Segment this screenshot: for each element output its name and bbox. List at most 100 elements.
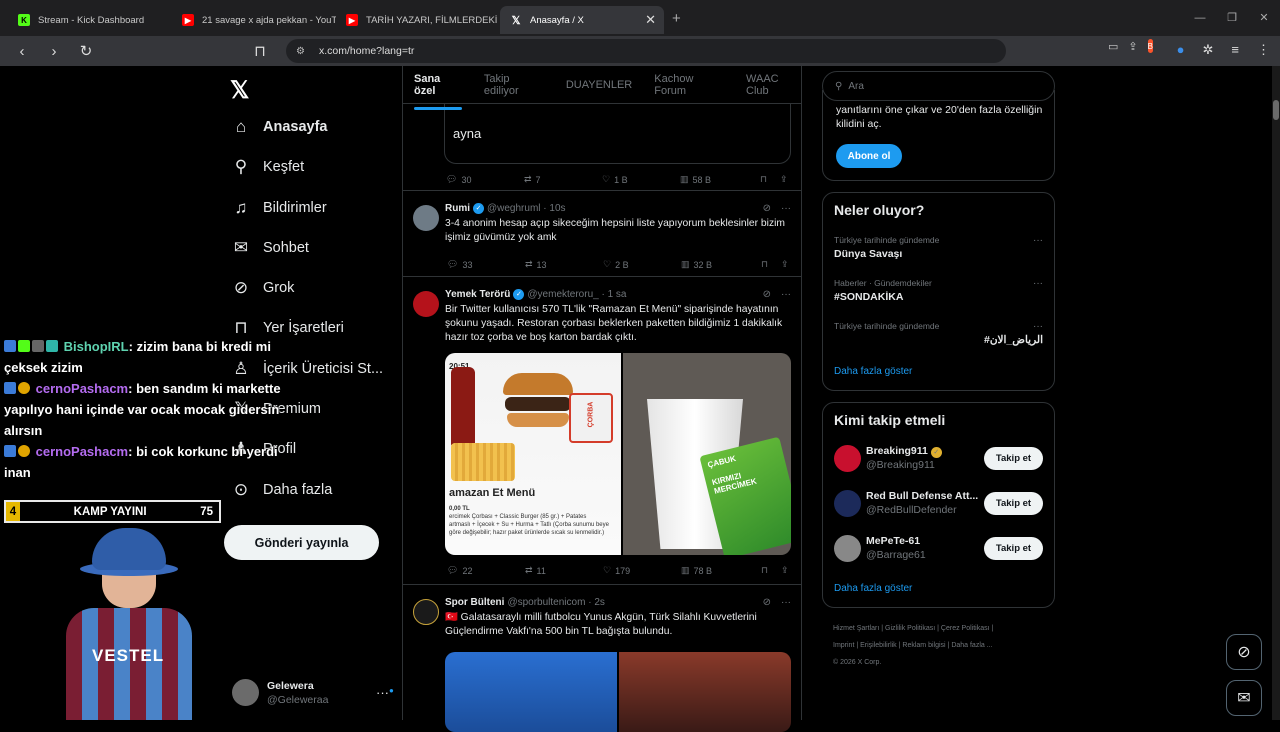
soup-photo[interactable]: ÇABUK KIRMIZI MERCİMEK	[623, 353, 791, 555]
tweet-time[interactable]: 1 sa	[608, 289, 627, 300]
minimize-icon[interactable]: —	[1184, 0, 1216, 36]
more-dots-icon[interactable]: ···	[781, 597, 791, 608]
trend-item[interactable]: Türkiye tarihinde gündemde Dünya Savaşı …	[834, 235, 1043, 260]
tab-kick[interactable]: K Stream - Kick Dashboard	[8, 6, 172, 34]
tweet-media[interactable]: 20:51 ÇORBA amazan Et Menü 0,00 TLercime…	[445, 353, 791, 555]
like-button[interactable]: ♡ 2 B	[603, 259, 681, 270]
extension-icon[interactable]: ●	[1177, 42, 1185, 58]
follow-button[interactable]: Takip et	[984, 536, 1043, 560]
player-photo[interactable]	[619, 652, 791, 732]
trend-item[interactable]: Türkiye tarihinde gündemde #الرياض_الان …	[834, 321, 1043, 346]
footer-link[interactable]: Imprint	[833, 642, 854, 649]
tab-kachow-forum[interactable]: Kachow Forum	[654, 73, 724, 97]
tab-youtube-2[interactable]: ▶ TARİH YAZARI, FİLMLERDEKİ HİTLER	[336, 6, 500, 34]
forward-icon[interactable]: ›	[38, 43, 70, 60]
vakif-photo[interactable]	[445, 652, 617, 732]
bookmark-tweet-icon[interactable]: ⊓	[761, 259, 781, 270]
sidebar-item-explore[interactable]: ⚲ Keşfet	[230, 153, 304, 181]
avatar[interactable]	[413, 291, 439, 317]
reload-icon[interactable]: ↻	[70, 42, 102, 60]
tab-following[interactable]: Takip ediliyor	[484, 73, 544, 97]
brave-shield-icon[interactable]: B	[1147, 39, 1153, 53]
more-dots-icon[interactable]: ···	[1033, 235, 1043, 246]
grok-fab-icon[interactable]: ⊘	[1226, 634, 1262, 670]
share-tweet-icon[interactable]: ⇪	[781, 565, 789, 576]
more-dots-icon[interactable]: ···	[1033, 278, 1043, 289]
views-button[interactable]: ▥ 58 B	[680, 174, 760, 185]
tweet[interactable]: Rumi ✓ @weghruml · 10s ⊘ ··· 3-4 anonim he…	[402, 190, 802, 275]
footer-link[interactable]: Erişilebilirlik	[860, 642, 897, 649]
menu-icon[interactable]: ⋮	[1257, 42, 1270, 58]
tab-for-you[interactable]: Sana özel	[414, 73, 462, 110]
reply-button[interactable]: 💬︎ 22	[447, 565, 525, 576]
tab-duayenler[interactable]: DUAYENLER	[566, 79, 632, 91]
new-tab-button[interactable]: +	[672, 10, 681, 27]
footer-link[interactable]: Hizmet Şartları	[833, 625, 879, 632]
post-button[interactable]: Gönderi yayınla	[224, 525, 379, 560]
footer-link[interactable]: Daha fazla ...	[951, 642, 992, 649]
reply-button[interactable]: 💬︎ 33	[447, 259, 525, 270]
more-dots-icon[interactable]: ···	[781, 203, 791, 214]
tweet-author-handle[interactable]: @weghruml	[487, 203, 541, 214]
views-button[interactable]: ▥ 32 B	[681, 259, 761, 270]
messages-fab-icon[interactable]: ✉	[1226, 680, 1262, 716]
share-tweet-icon[interactable]: ⇪	[781, 259, 789, 270]
tweet[interactable]: Yemek Terörü ✓ @yemekteroru_ · 1 sa ⊘ ··· …	[402, 276, 802, 584]
share-tweet-icon[interactable]: ⇪	[780, 174, 788, 185]
trend-item[interactable]: Haberler · Gündemdekiler #SONDAKİKA ···	[834, 278, 1043, 303]
follow-button[interactable]: Takip et	[984, 491, 1043, 515]
sidebar-item-notifications[interactable]: ♫ Bildirimler	[230, 194, 327, 222]
follow-suggestion[interactable]: Red Bull Defense Att... @RedBullDefender …	[834, 486, 1043, 520]
tab-x-home[interactable]: 𝕏 Anasayfa / X ✕	[500, 6, 664, 34]
avatar[interactable]	[834, 489, 861, 517]
footer-link[interactable]: Gizlilik Politikası	[885, 625, 935, 632]
avatar[interactable]	[413, 599, 439, 625]
extensions-puzzle-icon[interactable]: ✲	[1203, 42, 1214, 58]
avatar[interactable]	[413, 205, 439, 231]
tweet-author-handle[interactable]: @yemekteroru_	[527, 289, 598, 300]
sidebar-item-grok[interactable]: ⊘ Grok	[230, 274, 295, 302]
more-dots-icon[interactable]: ···●	[376, 685, 394, 700]
tweet-media[interactable]	[445, 652, 791, 732]
follow-button[interactable]: Takip et	[984, 446, 1043, 470]
reply-button[interactable]: 💬︎ 30	[446, 174, 524, 185]
site-settings-icon[interactable]: ⚙	[296, 46, 305, 57]
like-button[interactable]: ♡ 179	[603, 565, 681, 576]
tweet-author-name[interactable]: Yemek Terörü	[445, 289, 510, 300]
grok-explain-icon[interactable]: ⊘	[763, 597, 771, 608]
more-dots-icon[interactable]: ···	[781, 289, 791, 300]
tab-youtube-1[interactable]: ▶ 21 savage x ajda pekkan - YouTube	[172, 6, 336, 34]
tweet[interactable]: Spor Bülteni @sporbultenicom · 2s ⊘ ··· 🇹…	[402, 584, 802, 732]
menu-photo[interactable]: 20:51 ÇORBA amazan Et Menü 0,00 TLercime…	[445, 353, 621, 555]
show-more-link[interactable]: Daha fazla göster	[834, 366, 912, 377]
avatar[interactable]	[834, 534, 861, 562]
follow-suggestion[interactable]: Breaking911 ✓ @Breaking911 Takip et	[834, 441, 1043, 475]
maximize-icon[interactable]: ❐	[1216, 0, 1248, 36]
grok-explain-icon[interactable]: ⊘	[763, 203, 771, 214]
follow-suggestion[interactable]: MePeTe-61 @Barrage61 Takip et	[834, 531, 1043, 565]
account-switcher[interactable]: Gelewera @Geleweraa ···●	[232, 679, 394, 706]
tweet-time[interactable]: 2s	[594, 597, 605, 608]
tweet-author-handle[interactable]: @sporbultenicom	[507, 597, 585, 608]
address-bar[interactable]: ⚙ x.com/home?lang=tr ▭ ⇪ B	[286, 39, 1153, 63]
bookmark-tweet-icon[interactable]: ⊓	[760, 174, 780, 185]
quoted-tweet[interactable]: ayna	[444, 104, 791, 164]
show-more-link[interactable]: Daha fazla göster	[834, 583, 912, 594]
avatar[interactable]	[834, 444, 861, 472]
playlist-icon[interactable]: ≡	[1231, 42, 1239, 58]
tab-waac-club[interactable]: WAAC Club	[746, 73, 801, 97]
scrollbar[interactable]	[1272, 66, 1280, 720]
like-button[interactable]: ♡ 1 B	[602, 174, 680, 185]
views-button[interactable]: ▥ 78 B	[681, 565, 761, 576]
back-icon[interactable]: ‹	[6, 43, 38, 60]
more-dots-icon[interactable]: ···	[1033, 321, 1043, 332]
footer-link[interactable]: Çerez Politikası	[941, 625, 990, 632]
x-logo-icon[interactable]: 𝕏	[230, 76, 249, 105]
footer-link[interactable]: Reklam bilgisi	[902, 642, 945, 649]
sidebar-item-home[interactable]: ⌂ Anasayfa	[230, 113, 328, 141]
tweet-author-name[interactable]: Rumi	[445, 203, 470, 214]
close-tab-icon[interactable]: ✕	[645, 12, 656, 28]
sidebar-item-messages[interactable]: ✉ Sohbet	[230, 234, 309, 262]
grok-explain-icon[interactable]: ⊘	[763, 289, 771, 300]
share-icon[interactable]: ⇪	[1128, 40, 1137, 53]
